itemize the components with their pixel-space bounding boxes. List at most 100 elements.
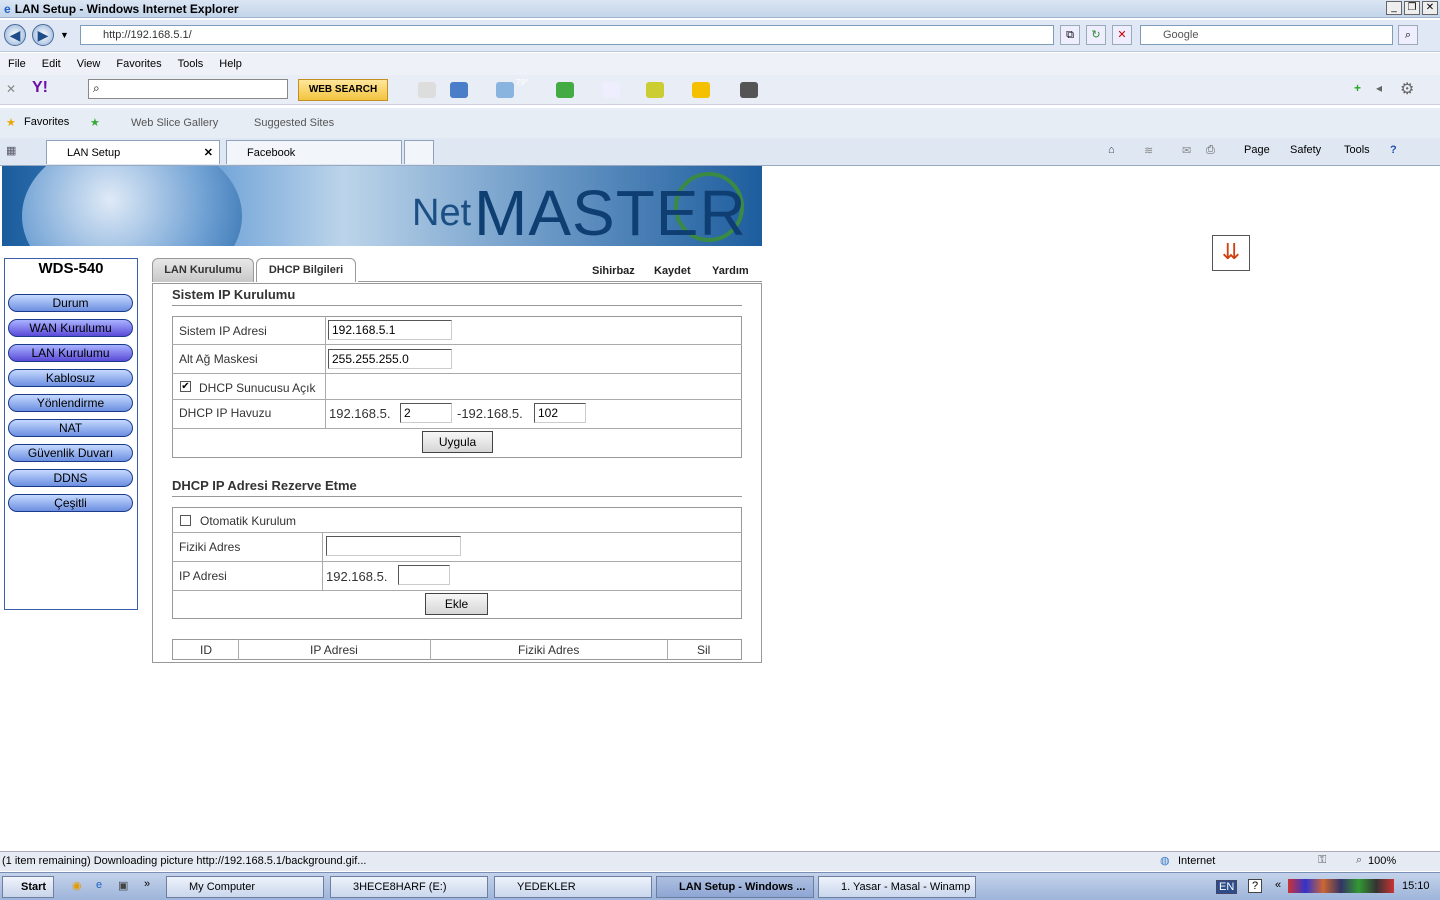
yahoo-search-input[interactable]: ⌕ — [88, 79, 288, 99]
task-yedekler[interactable]: YEDEKLER — [494, 876, 652, 898]
menu-tools[interactable]: Tools — [178, 58, 204, 70]
minimize-button[interactable]: _ — [1386, 1, 1402, 15]
stop-button[interactable]: ✕ — [1112, 25, 1132, 45]
menu-view[interactable]: View — [77, 58, 101, 70]
pencil-icon[interactable] — [418, 82, 436, 98]
pool-end-input[interactable]: 102 — [534, 403, 586, 423]
nav-yonlendirme[interactable]: Yönlendirme — [8, 394, 133, 412]
safety-menu[interactable]: Safety — [1290, 144, 1321, 156]
apply-button[interactable]: Uygula — [422, 431, 493, 453]
compat-view-icon[interactable]: ⧉ — [1060, 25, 1080, 45]
double-chevron-down-icon[interactable]: ⇊ — [1212, 235, 1250, 271]
close-tab-icon[interactable]: ✕ — [204, 146, 213, 159]
add-favorite-icon[interactable]: ★ — [90, 116, 100, 129]
flickr-icon[interactable] — [602, 82, 620, 98]
task-drive-e[interactable]: 3HECE8HARF (E:) — [330, 876, 488, 898]
history-dropdown-icon[interactable]: ▼ — [60, 30, 69, 40]
subnet-mask-input[interactable]: 255.255.255.0 — [328, 349, 452, 369]
ie-quicklaunch-icon[interactable]: e — [96, 879, 102, 891]
help-link[interactable]: Yardım — [712, 265, 749, 277]
home-icon[interactable]: ⌂ — [1108, 144, 1115, 156]
tab-dhcp-bilgileri[interactable]: DHCP Bilgileri — [256, 258, 356, 282]
gear-icon[interactable]: ⚙ — [1400, 79, 1414, 99]
system-ip-input[interactable]: 192.168.5.1 — [328, 320, 452, 340]
menu-help[interactable]: Help — [219, 58, 242, 70]
weather-icon[interactable]: 79° — [496, 78, 528, 98]
language-indicator[interactable]: EN — [1216, 880, 1238, 894]
nav-cesitli[interactable]: Çeşitli — [8, 494, 133, 512]
more-icon[interactable]: » — [144, 878, 150, 890]
refresh-button[interactable]: ↻ — [1086, 25, 1106, 45]
pool-prefix: 192.168.5. — [329, 406, 391, 421]
page-menu[interactable]: Page — [1244, 144, 1270, 156]
help-icon[interactable]: ? — [1390, 144, 1397, 156]
yahoo-logo-icon[interactable]: Y! — [32, 79, 48, 97]
dhcp-server-checkbox[interactable]: ✔ — [180, 381, 191, 392]
web-slice-gallery-link[interactable]: Web Slice Gallery — [131, 117, 218, 129]
tab-lan-setup[interactable]: LAN Setup ✕ — [46, 140, 220, 164]
news-icon[interactable] — [556, 82, 574, 98]
lock-icon[interactable]: ⚿ — [1318, 854, 1326, 867]
nav-guvenlik-duvari[interactable]: Güvenlik Duvarı — [8, 444, 133, 462]
nav-ddns[interactable]: DDNS — [8, 469, 133, 487]
save-link[interactable]: Kaydet — [654, 265, 691, 277]
web-search-button[interactable]: WEB SEARCH — [298, 79, 388, 101]
chevron-left-icon[interactable]: ◂ — [1376, 81, 1382, 95]
answers-icon[interactable] — [646, 82, 664, 98]
dhcp-server-label: DHCP Sunucusu Açık — [199, 381, 316, 395]
back-button[interactable]: ◀ — [4, 24, 26, 46]
close-toolbar-icon[interactable]: ✕ — [6, 82, 16, 96]
ebay-icon[interactable] — [692, 82, 710, 98]
system-tray-icons[interactable] — [1288, 879, 1394, 893]
menu-edit[interactable]: Edit — [42, 58, 61, 70]
nav-lan-kurulumu[interactable]: LAN Kurulumu — [8, 344, 133, 362]
add-button[interactable]: Ekle — [425, 593, 488, 615]
nav-wan-kurulumu[interactable]: WAN Kurulumu — [8, 319, 133, 337]
close-window-button[interactable]: ✕ — [1422, 1, 1438, 15]
wizard-link[interactable]: Sihirbaz — [592, 265, 635, 277]
reserve-ip-input[interactable] — [398, 565, 450, 585]
search-icon[interactable]: ⌕ — [1398, 25, 1418, 45]
desktop-icon[interactable]: ▣ — [118, 879, 128, 892]
nav-nat[interactable]: NAT — [8, 419, 133, 437]
add-icon[interactable]: + — [1354, 81, 1361, 95]
quick-tabs-icon[interactable]: ▦ — [6, 144, 16, 157]
tools-menu[interactable]: Tools — [1344, 144, 1370, 156]
favorites-button[interactable]: Favorites — [24, 116, 69, 128]
tab-label: Facebook — [247, 147, 296, 159]
tab-facebook[interactable]: Facebook — [226, 140, 402, 164]
amazon-icon[interactable] — [740, 82, 758, 98]
mail-icon[interactable] — [450, 82, 468, 98]
suggested-sites-link[interactable]: Suggested Sites — [254, 117, 334, 129]
menu-file[interactable]: File — [8, 58, 26, 70]
quicklaunch-icon[interactable]: ◉ — [72, 879, 82, 892]
pool-start-input[interactable]: 2 — [400, 403, 452, 423]
help-tray-icon[interactable]: ? — [1248, 879, 1263, 893]
url-input[interactable]: http://192.168.5.1/ — [80, 25, 1054, 45]
print-icon[interactable]: ⎙ — [1206, 144, 1215, 157]
search-icon: ⌕ — [93, 81, 100, 95]
forward-button[interactable]: ▶ — [32, 24, 54, 46]
search-input[interactable]: Google — [1140, 25, 1393, 45]
task-winamp[interactable]: 1. Yasar - Masal - Winamp — [818, 876, 976, 898]
task-my-computer[interactable]: My Computer — [166, 876, 324, 898]
start-button[interactable]: Start — [2, 876, 54, 898]
star-icon: ★ — [6, 117, 16, 129]
mac-address-input[interactable] — [326, 536, 461, 556]
new-tab-button[interactable] — [404, 140, 434, 164]
menu-favorites[interactable]: Favorites — [116, 58, 161, 70]
restore-button[interactable]: ❐ — [1404, 1, 1420, 15]
zoom-level[interactable]: 100% — [1368, 855, 1396, 867]
task-lan-setup[interactable]: LAN Setup - Windows ... — [656, 876, 814, 898]
tab-lan-kurulumu[interactable]: LAN Kurulumu — [152, 258, 254, 282]
nav-durum[interactable]: Durum — [8, 294, 133, 312]
clock: 15:10 — [1402, 880, 1430, 892]
brand-logo-master: MASTER — [474, 177, 747, 246]
nav-kablosuz[interactable]: Kablosuz — [8, 369, 133, 387]
row-divider — [172, 428, 742, 429]
feeds-icon[interactable]: ≋ — [1144, 144, 1153, 157]
tray-expand-icon[interactable]: « — [1275, 879, 1281, 891]
auto-setup-checkbox[interactable] — [180, 515, 191, 526]
read-mail-icon[interactable]: ✉ — [1182, 144, 1191, 157]
zoom-icon[interactable]: ⌕ — [1356, 854, 1362, 867]
